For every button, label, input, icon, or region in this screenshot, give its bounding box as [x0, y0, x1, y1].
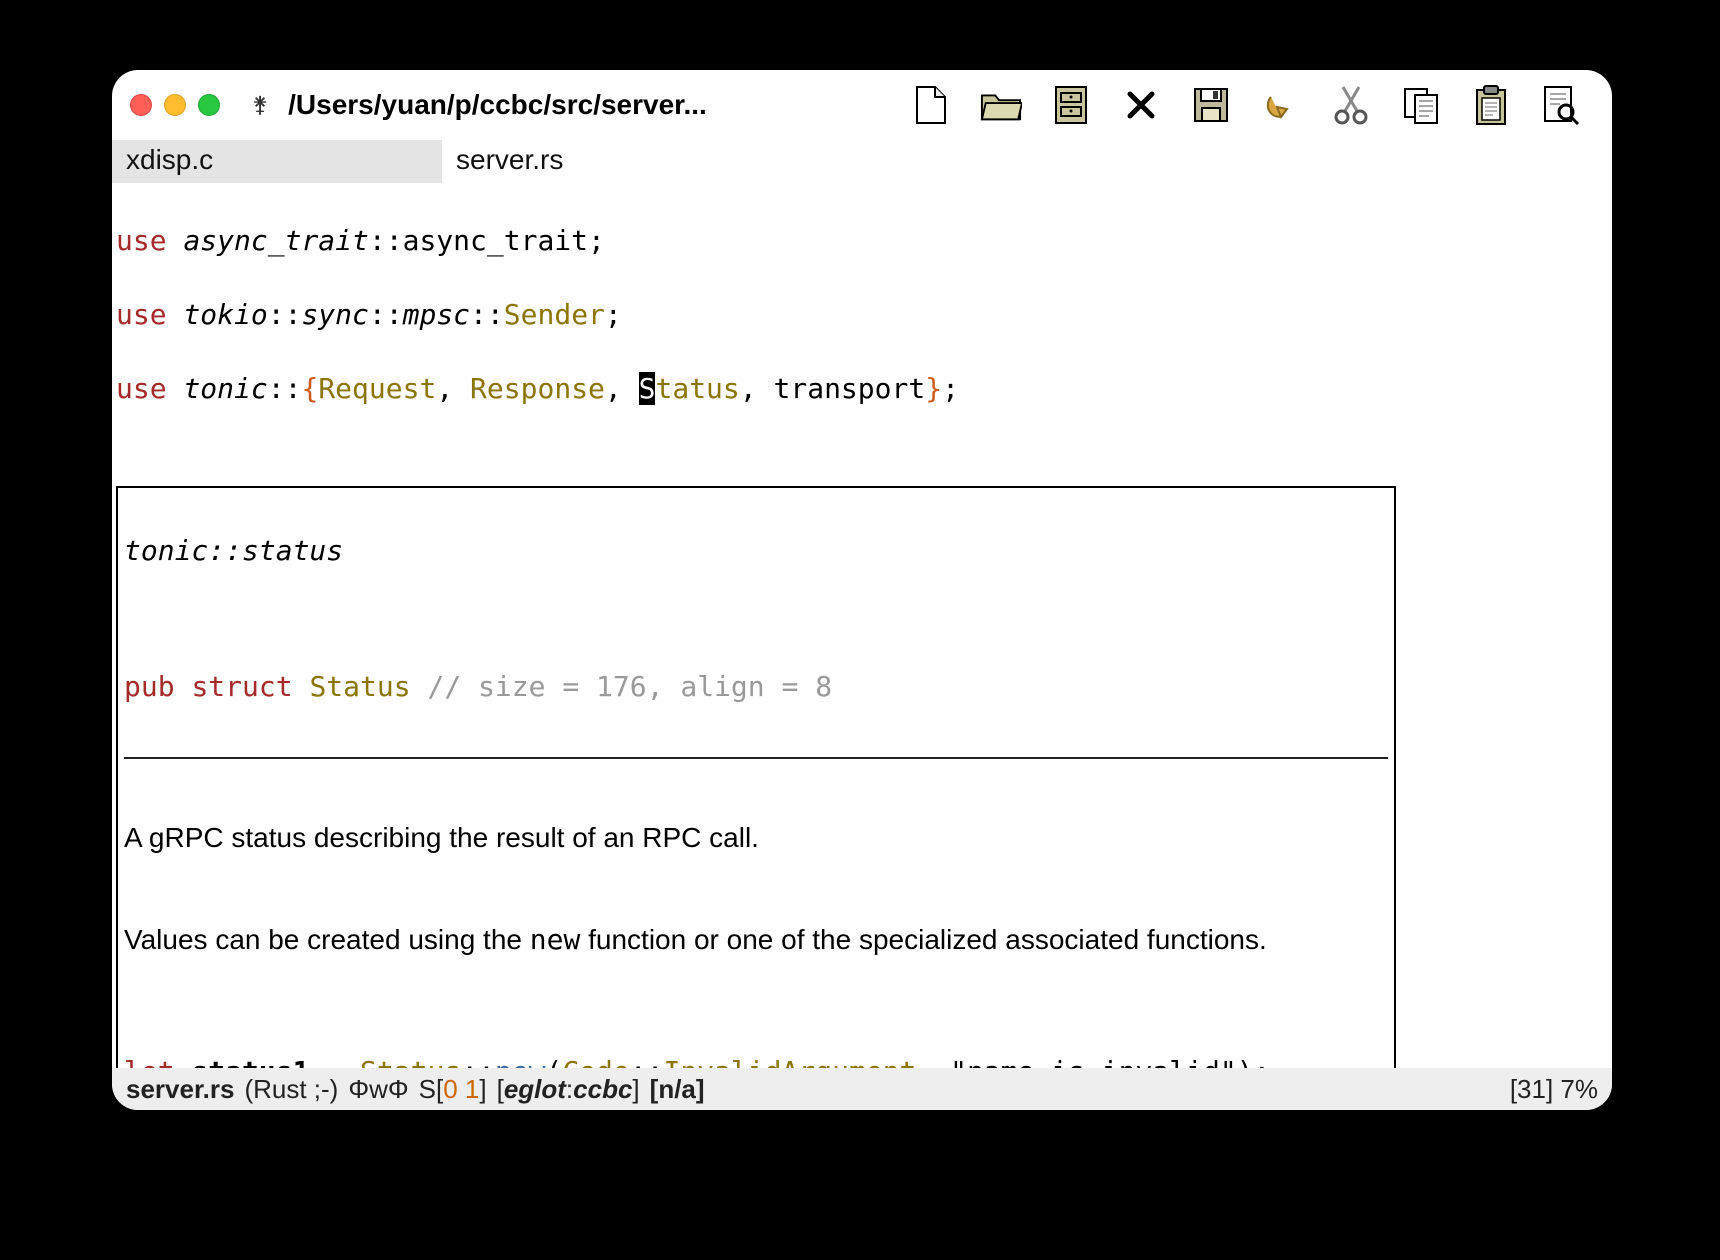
titlebar: ⚵ /Users/yuan/p/ccbc/src/server...	[112, 70, 1612, 140]
tooltip-signature: pub struct Status // size = 176, align =…	[124, 669, 1388, 706]
tab-bar: xdisp.c server.rs	[112, 140, 1612, 184]
new-file-icon[interactable]	[910, 84, 952, 126]
tooltip-description: A gRPC status describing the result of a…	[124, 818, 1388, 859]
modeline-na: [n/a]	[650, 1074, 705, 1105]
tooltip-description: Values can be created using the new func…	[124, 920, 1388, 961]
modeline-mode: (Rust ;-)	[244, 1074, 338, 1105]
toolbar	[910, 84, 1594, 126]
modeline-symbol: ΦwΦ	[348, 1074, 408, 1105]
open-folder-icon[interactable]	[980, 84, 1022, 126]
modeline-filename: server.rs	[126, 1074, 234, 1105]
close-window-button[interactable]	[130, 94, 152, 116]
cut-icon[interactable]	[1330, 84, 1372, 126]
tooltip-divider	[124, 757, 1388, 759]
tab-server[interactable]: server.rs	[442, 140, 772, 183]
paste-icon[interactable]	[1470, 84, 1512, 126]
tooltip-path: tonic::status	[124, 533, 1388, 570]
save-icon[interactable]	[1190, 84, 1232, 126]
modeline-diagnostics[interactable]: S[0 1]	[419, 1074, 487, 1105]
vc-icon: ⚵	[252, 92, 268, 118]
modeline-position: [31] 7%	[1510, 1074, 1598, 1105]
editor-window: ⚵ /Users/yuan/p/ccbc/src/server...	[112, 70, 1612, 1110]
modeline-eglot[interactable]: [eglot:ccbc]	[497, 1074, 640, 1105]
search-icon[interactable]	[1540, 84, 1582, 126]
window-title-path: /Users/yuan/p/ccbc/src/server...	[288, 89, 707, 121]
tab-xdisp[interactable]: xdisp.c	[112, 140, 442, 183]
tooltip-example: let status1 = Status::new(Code::InvalidA…	[124, 1054, 1388, 1068]
code-line: use tonic::{Request, Response, Status, t…	[116, 371, 1608, 408]
modeline: server.rs (Rust ;-) ΦwΦ S[0 1] [eglot:cc…	[112, 1068, 1612, 1110]
directory-icon[interactable]	[1050, 84, 1092, 126]
lsp-hover-tooltip: tonic::status pub struct Status // size …	[116, 486, 1396, 1068]
minimize-window-button[interactable]	[164, 94, 186, 116]
copy-icon[interactable]	[1400, 84, 1442, 126]
zoom-window-button[interactable]	[198, 94, 220, 116]
code-line: use tokio::sync::mpsc::Sender;	[116, 297, 1608, 334]
traffic-lights	[130, 94, 220, 116]
code-editor[interactable]: use async_trait::async_trait; use tokio:…	[112, 184, 1612, 1068]
code-line: use async_trait::async_trait;	[116, 223, 1608, 260]
undo-icon[interactable]	[1260, 84, 1302, 126]
text-cursor: S	[639, 372, 656, 405]
close-icon[interactable]	[1120, 84, 1162, 126]
